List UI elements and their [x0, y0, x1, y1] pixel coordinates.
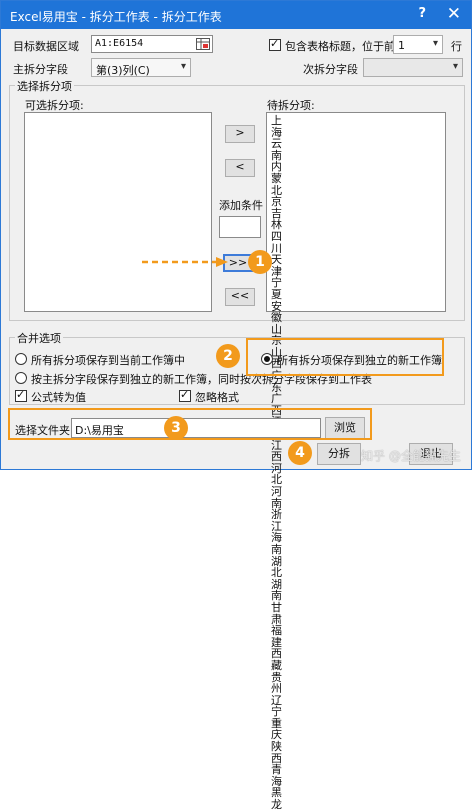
highlight-folder-row — [8, 408, 372, 440]
chevron-down-icon: ▾ — [180, 61, 186, 72]
add-condition-label: 添加条件 — [219, 199, 263, 212]
formula-to-value-label: 公式转为值 — [31, 391, 86, 404]
watermark: 知乎 @全能猫先生 — [361, 449, 461, 463]
sub-field-label: 次拆分字段 — [303, 63, 358, 76]
option-current-label: 所有拆分项保存到当前工作簿中 — [31, 354, 185, 367]
target-range-value: A1:E6154 — [95, 38, 144, 49]
main-field-label: 主拆分字段 — [13, 63, 68, 76]
move-all-left-button[interactable]: << — [225, 288, 255, 306]
available-items-list[interactable] — [24, 112, 212, 312]
available-items-label: 可选拆分项: — [25, 99, 84, 112]
ignore-format-checkbox[interactable] — [179, 388, 191, 402]
chevron-down-icon: ▾ — [452, 61, 458, 72]
main-field-select[interactable]: 第(3)列(C) ▾ — [91, 58, 191, 77]
step-badge-4: 4 — [288, 441, 312, 465]
target-range-input[interactable]: A1:E6154 — [91, 35, 213, 53]
step-badge-1: 1 — [248, 250, 272, 274]
title-bar: Excel易用宝 - 拆分工作表 - 拆分工作表 ? ✕ — [1, 1, 471, 29]
move-right-button[interactable]: > — [225, 125, 255, 143]
sub-field-select[interactable]: ▾ — [363, 58, 463, 77]
radio-current-workbook[interactable] — [15, 353, 27, 365]
split-button[interactable]: 分拆 — [317, 443, 361, 465]
header-rows-value: 1 — [398, 39, 405, 52]
header-rows-select[interactable]: 1 ▾ — [393, 35, 443, 54]
header-checkbox[interactable] — [269, 37, 281, 51]
dashed-arrow — [142, 257, 228, 267]
pending-items-list[interactable]: 上海云南内蒙北京吉林四川天津宁夏安徽山东山西广东广西江苏江西河北河南浙江海南湖北… — [266, 112, 446, 810]
pending-items-text: 上海云南内蒙北京吉林四川天津宁夏安徽山东山西广东广西江苏江西河北河南浙江海南湖北… — [271, 114, 282, 811]
items-group-title: 选择拆分项 — [15, 78, 74, 94]
ignore-format-label: 忽略格式 — [195, 391, 239, 404]
help-button[interactable]: ? — [418, 6, 426, 21]
formula-to-value-checkbox[interactable] — [15, 388, 27, 402]
range-select-icon[interactable] — [196, 38, 210, 50]
header-rows-suffix: 行 — [451, 40, 462, 53]
header-option-label: 包含表格标题，位于前 — [285, 40, 395, 53]
split-sheet-dialog: Excel易用宝 - 拆分工作表 - 拆分工作表 ? ✕ 目标数据区域 A1:E… — [0, 0, 472, 810]
close-button[interactable]: ✕ — [447, 4, 461, 24]
chevron-down-icon: ▾ — [432, 38, 438, 49]
main-field-value: 第(3)列(C) — [96, 64, 150, 77]
radio-by-field[interactable] — [15, 372, 27, 384]
window-title: Excel易用宝 - 拆分工作表 - 拆分工作表 — [10, 10, 222, 24]
step-badge-2: 2 — [216, 344, 240, 368]
move-left-button[interactable]: < — [225, 159, 255, 177]
add-condition-input[interactable] — [219, 216, 261, 238]
pending-items-label: 待拆分项: — [267, 99, 315, 112]
target-range-label: 目标数据区域 — [13, 40, 79, 53]
step-badge-3: 3 — [164, 416, 188, 440]
merge-group-title: 合并选项 — [15, 330, 63, 346]
highlight-independent-option — [246, 338, 444, 376]
